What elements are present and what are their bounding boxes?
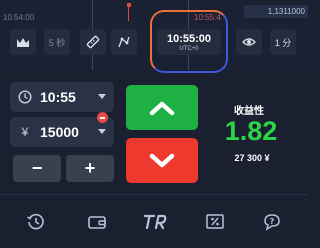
increase-amount-button[interactable]: + [66,155,114,182]
payout-multiplier: 1.82 [224,116,278,146]
discount-button[interactable] [202,210,228,234]
clock-icon [18,90,32,104]
bottom-nav-divider [0,194,308,195]
server-clock-timezone: UTC+0 [179,46,199,52]
trader-room-button[interactable] [140,210,170,234]
eye-icon [242,38,256,46]
server-clock: 10:55:00 UTC+0 [157,29,221,55]
svg-text:?: ? [270,217,275,226]
discount-icon [206,214,224,229]
chevron-down-icon [98,129,106,134]
chart-current-line [128,7,129,21]
discount-badge-icon [97,112,108,123]
support-chat-button[interactable]: ? [259,210,285,234]
currency-icon: ¥ [21,125,29,139]
support-chat-icon: ? [264,214,280,231]
chevron-up-icon [149,101,175,115]
timeframe-seconds-label: 5 秒 [48,37,66,48]
decrease-amount-button[interactable]: − [13,155,61,182]
server-clock-time: 10:55:00 [166,33,212,45]
timeframe-seconds-button[interactable]: 5 秒 [44,29,70,55]
payout-amount: 27 300 ¥ [234,153,270,163]
profitability-label: 收益性 [234,106,264,117]
chart-type-button[interactable] [10,29,36,55]
chart-price-label: 1,1311000 [244,5,308,18]
timeframe-minutes-button[interactable]: 1 分 [270,29,296,55]
expiry-time-select[interactable]: 10:55 [10,82,114,112]
history-button[interactable] [23,210,49,234]
wallet-button[interactable] [84,210,110,234]
ruler-icon [86,35,100,49]
mountain-chart-icon [17,38,29,47]
chevron-down-icon [98,94,106,99]
expiry-time-value: 10:55 [40,89,76,105]
chevron-down-icon [149,153,175,167]
investment-amount-value: 15000 [40,124,79,140]
history-icon [27,213,44,230]
investment-amount-input[interactable]: ¥ 15000 [10,112,114,147]
wallet-icon [88,216,106,229]
draw-line-button[interactable] [111,29,137,55]
visibility-button[interactable] [236,29,262,55]
trader-room-logo-icon [143,214,167,230]
buy-up-button[interactable] [126,85,198,130]
sell-down-button[interactable] [126,138,198,183]
line-tool-icon [118,36,130,48]
ruler-button[interactable] [80,29,106,55]
timeframe-minutes-label: 1 分 [274,37,292,48]
chart-time-label: 10:54:00 [3,13,35,22]
